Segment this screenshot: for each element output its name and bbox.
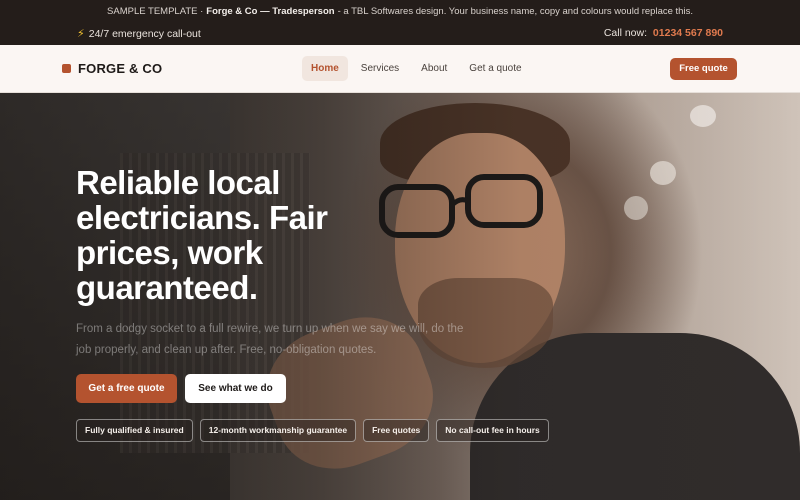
see-what-we-do-button[interactable]: See what we do: [185, 374, 286, 403]
hero-subtext: From a dodgy socket to a full rewire, we…: [76, 323, 464, 356]
trust-badges: Fully qualified & insured 12-month workm…: [76, 419, 549, 442]
badge-workmanship-guarantee: 12-month workmanship guarantee: [199, 419, 357, 442]
nav-link-about[interactable]: About: [412, 56, 456, 81]
get-free-quote-button[interactable]: Get a free quote: [76, 374, 177, 403]
badge-free-quotes: Free quotes: [363, 419, 430, 442]
banner-prefix: SAMPLE TEMPLATE ·: [107, 6, 204, 17]
lightning-bolt-icon: ⚡: [77, 28, 85, 40]
nav-link-get-a-quote[interactable]: Get a quote: [460, 56, 530, 81]
main-navigation: FORGE & CO Home Services About Get a quo…: [0, 45, 800, 93]
badge-no-callout-fee: No call-out fee in hours: [436, 419, 549, 442]
phone-link[interactable]: 01234 567 890: [653, 27, 723, 39]
hero-section: Reliable local electricians. Fair prices…: [0, 93, 800, 500]
call-label: Call now:: [603, 27, 647, 39]
nav-link-services[interactable]: Services: [352, 56, 408, 81]
nav-link-home[interactable]: Home: [302, 56, 348, 81]
nav-links: Home Services About Get a quote: [302, 56, 531, 81]
brand-logo[interactable]: FORGE & CO: [62, 61, 162, 76]
call-now: Call now: 01234 567 890: [604, 27, 723, 39]
banner-brand: Forge & Co — Tradesperson: [206, 6, 335, 17]
sample-template-banner: SAMPLE TEMPLATE · Forge & Co — Tradesper…: [0, 0, 800, 23]
free-quote-button[interactable]: Free quote: [670, 58, 737, 80]
brand-name: FORGE & CO: [78, 61, 163, 76]
utility-bar: ⚡ 24/7 emergency call-out Call now: 0123…: [0, 23, 800, 45]
emergency-text: 24/7 emergency call-out: [88, 27, 201, 40]
brand-mark-icon: [62, 64, 71, 73]
banner-suffix: - a TBL Softwares design. Your business …: [337, 6, 693, 17]
hero-headline: Reliable local electricians. Fair prices…: [76, 164, 328, 306]
emergency-callout: ⚡ 24/7 emergency call-out: [77, 27, 201, 41]
badge-qualified-insured: Fully qualified & insured: [76, 419, 193, 442]
